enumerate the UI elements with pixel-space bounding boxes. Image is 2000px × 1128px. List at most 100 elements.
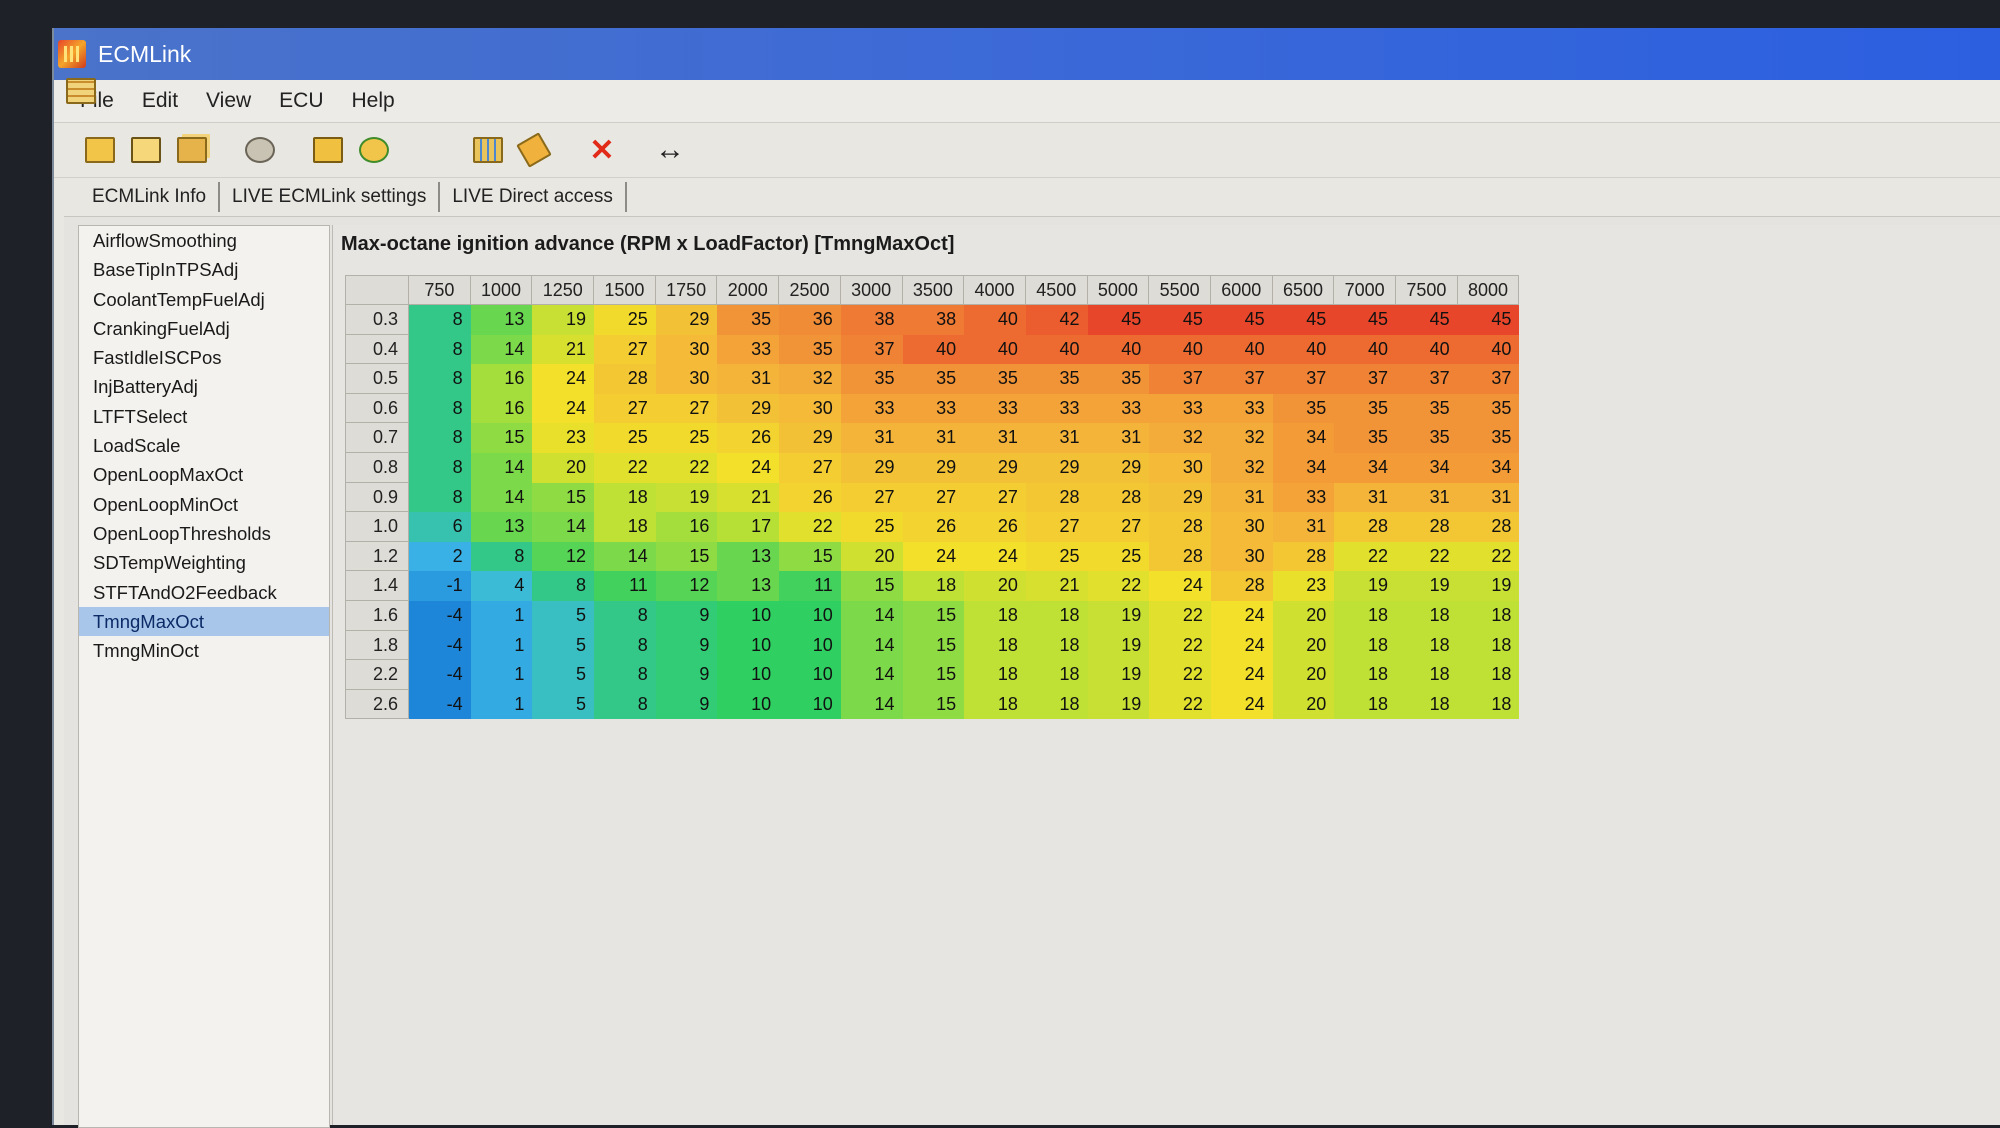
map-cell[interactable]: 10 [717, 689, 780, 720]
map-cell[interactable]: 25 [594, 423, 656, 453]
map-cell[interactable]: 45 [1334, 305, 1396, 335]
map-cell[interactable]: 26 [717, 423, 780, 453]
map-cell[interactable]: 40 [1149, 334, 1211, 365]
sidebar-item-coolanttempfueladj[interactable]: CoolantTempFuelAdj [79, 285, 329, 314]
map-cell[interactable]: 1 [470, 600, 533, 631]
map-cell[interactable]: 10 [717, 600, 780, 631]
wand-icon[interactable] [516, 132, 552, 168]
map-cell[interactable]: 29 [779, 423, 841, 453]
map-cell[interactable]: 22 [1396, 541, 1458, 572]
load-header[interactable]: 0.9 [345, 482, 409, 513]
sidebar-item-airflowsmoothing[interactable]: AirflowSmoothing [79, 226, 329, 255]
map-cell[interactable]: 33 [717, 334, 780, 365]
map-cell[interactable]: 31 [1025, 423, 1088, 453]
map-cell[interactable]: 31 [1396, 482, 1458, 513]
map-cell[interactable]: 24 [1210, 689, 1273, 720]
save-all-icon[interactable] [174, 132, 210, 168]
map-cell[interactable]: 8 [409, 482, 471, 513]
rpm-header[interactable]: 6500 [1272, 275, 1335, 305]
map-cell[interactable]: 37 [1396, 364, 1458, 394]
map-cell[interactable]: 22 [1149, 630, 1211, 661]
map-cell[interactable]: 19 [1396, 571, 1458, 601]
map-cell[interactable]: 19 [1334, 571, 1396, 601]
map-cell[interactable]: 30 [655, 334, 718, 365]
map-cell[interactable]: 29 [655, 305, 718, 335]
map-cell[interactable]: 15 [655, 541, 718, 572]
map-cell[interactable]: 28 [1087, 482, 1150, 513]
map-cell[interactable]: 6 [409, 512, 471, 542]
load-header[interactable]: 0.4 [345, 334, 409, 365]
map-cell[interactable]: 11 [779, 571, 841, 601]
map-cell[interactable]: 40 [1272, 334, 1335, 365]
rpm-header[interactable]: 8000 [1457, 275, 1520, 305]
map-cell[interactable]: 37 [1272, 364, 1335, 394]
map-cell[interactable]: 18 [1334, 600, 1396, 631]
map-cell[interactable]: 40 [1396, 334, 1458, 365]
map-cell[interactable]: 42 [1025, 305, 1088, 335]
map-cell[interactable]: 26 [779, 482, 841, 513]
map-cell[interactable]: 18 [964, 660, 1026, 690]
map-cell[interactable]: 40 [1210, 334, 1273, 365]
sidebar-item-ltftselect[interactable]: LTFTSelect [79, 402, 329, 431]
rpm-header[interactable]: 5000 [1087, 275, 1150, 305]
rpm-header[interactable]: 1750 [655, 275, 718, 305]
map-cell[interactable]: 37 [1334, 364, 1396, 394]
map-cell[interactable]: 33 [1272, 482, 1335, 513]
map-cell[interactable]: 15 [902, 689, 965, 720]
map-cell[interactable]: 45 [1210, 305, 1273, 335]
sidebar-item-stftando2feedback[interactable]: STFTAndO2Feedback [79, 578, 329, 607]
title-bar[interactable]: ECMLink [54, 28, 2000, 80]
map-cell[interactable]: 20 [532, 452, 595, 483]
map-cell[interactable]: -1 [409, 571, 471, 601]
map-cell[interactable]: 18 [1025, 660, 1088, 690]
map-cell[interactable]: 19 [1087, 600, 1150, 631]
map-cell[interactable]: 45 [1457, 305, 1520, 335]
rpm-header[interactable]: 5500 [1149, 275, 1211, 305]
swap-arrows-icon[interactable]: ↔ [652, 132, 688, 168]
map-cell[interactable]: 10 [717, 660, 780, 690]
map-cell[interactable]: 35 [779, 334, 841, 365]
map-cell[interactable]: 31 [1272, 512, 1335, 542]
map-cell[interactable]: 30 [1210, 512, 1273, 542]
menu-view[interactable]: View [194, 85, 263, 117]
map-cell[interactable]: 35 [1457, 393, 1520, 424]
sidebar-item-openloopmaxoct[interactable]: OpenLoopMaxOct [79, 460, 329, 489]
map-cell[interactable]: 12 [655, 571, 718, 601]
map-cell[interactable]: 33 [1025, 393, 1088, 424]
map-cell[interactable]: 16 [470, 364, 533, 394]
map-cell[interactable]: 23 [532, 423, 595, 453]
map-cell[interactable]: 8 [409, 305, 471, 335]
map-cell[interactable]: 14 [532, 512, 595, 542]
map-cell[interactable]: 9 [655, 600, 718, 631]
map-cell[interactable]: 31 [1334, 482, 1396, 513]
map-cell[interactable]: 15 [902, 660, 965, 690]
map-cell[interactable]: 5 [532, 600, 595, 631]
map-cell[interactable]: 21 [1025, 571, 1088, 601]
map-cell[interactable]: 31 [717, 364, 780, 394]
map-cell[interactable]: 40 [1087, 334, 1150, 365]
map-cell[interactable]: 28 [1272, 541, 1335, 572]
map-cell[interactable]: 8 [594, 660, 656, 690]
tab-live-ecmlink-settings[interactable]: LIVE ECMLink settings [220, 182, 441, 212]
map-cell[interactable]: 15 [902, 630, 965, 661]
map-cell[interactable]: -4 [409, 630, 471, 661]
map-cell[interactable]: 22 [1149, 689, 1211, 720]
load-header[interactable]: 2.6 [345, 689, 409, 720]
map-cell[interactable]: 16 [655, 512, 718, 542]
load-header[interactable]: 0.7 [345, 423, 409, 453]
load-header[interactable]: 1.8 [345, 630, 409, 661]
map-cell[interactable]: 27 [1025, 512, 1088, 542]
rpm-header[interactable]: 750 [409, 275, 471, 305]
map-cell[interactable]: 24 [532, 393, 595, 424]
map-cell[interactable]: 18 [594, 482, 656, 513]
map-cell[interactable]: 24 [902, 541, 965, 572]
map-cell[interactable]: 33 [964, 393, 1026, 424]
map-cell[interactable]: 18 [1334, 689, 1396, 720]
open-folder-icon[interactable] [82, 132, 118, 168]
map-cell[interactable]: 13 [717, 571, 780, 601]
map-cell[interactable]: 30 [1210, 541, 1273, 572]
map-cell[interactable]: 18 [1025, 600, 1088, 631]
map-cell[interactable]: 26 [964, 512, 1026, 542]
load-header[interactable]: 0.5 [345, 364, 409, 394]
map-cell[interactable]: 18 [964, 630, 1026, 661]
